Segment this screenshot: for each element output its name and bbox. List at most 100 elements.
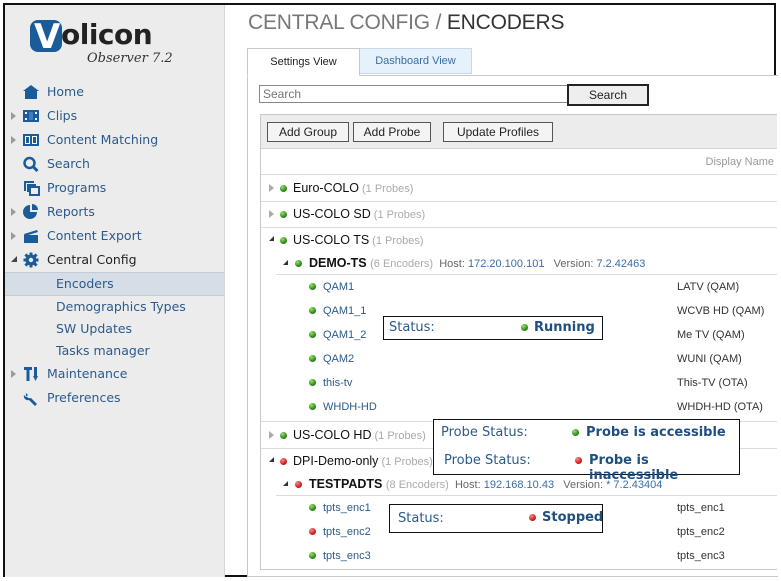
encoder-name[interactable]: WHDH-HD [323, 401, 377, 413]
group-name[interactable]: US-COLO HD [293, 428, 371, 442]
expand-arrow-icon[interactable] [269, 210, 274, 218]
sidebar-item-label: Content Export [47, 228, 142, 243]
expand-arrow-icon[interactable] [11, 112, 16, 120]
breadcrumb-parent[interactable]: CENTRAL CONFIG [248, 11, 430, 34]
encoder-name[interactable]: QAM1_1 [323, 305, 366, 317]
probe-row[interactable]: DEMO-TS (6 Encoders) Host: 172.20.100.10… [261, 251, 777, 275]
status-green-icon [309, 283, 316, 290]
encoder-name[interactable]: QAM1 [323, 281, 354, 293]
host-label: Host: [439, 258, 465, 270]
logo-mark: V [30, 17, 62, 57]
home-icon [23, 85, 39, 99]
add-probe-button[interactable]: Add Probe [353, 122, 431, 142]
status-green-icon [572, 429, 579, 436]
encoder-name[interactable]: tpts_enc2 [323, 526, 371, 538]
column-display-name: Display Name [705, 156, 774, 168]
tab-settings-view[interactable]: Settings View [247, 48, 360, 76]
expand-arrow-icon[interactable] [269, 184, 274, 192]
expand-arrow-icon[interactable] [11, 136, 16, 144]
search-button[interactable]: Search [567, 84, 649, 106]
sidebar-item-label: Programs [47, 180, 107, 195]
sidebar-item-programs[interactable]: Programs [5, 176, 224, 200]
status-green-icon [295, 260, 302, 267]
encoder-name[interactable]: this-tv [323, 377, 352, 389]
search-input[interactable] [259, 85, 569, 103]
sidebar-item-search[interactable]: Search [5, 152, 224, 176]
encoder-count: (6 Encoders) [370, 258, 434, 270]
update-profiles-button[interactable]: Update Profiles [443, 122, 553, 142]
sidebar-item-home[interactable]: Home [5, 80, 224, 104]
encoder-name[interactable]: tpts_enc1 [323, 502, 371, 514]
breadcrumb-separator: / [429, 11, 447, 34]
group-row[interactable]: US-COLO SD (1 Probes) [261, 201, 777, 228]
status-callout-stopped: Status: Stopped [389, 504, 603, 533]
probe-count: (1 Probes) [373, 209, 426, 221]
collapse-arrow-icon[interactable] [283, 481, 288, 486]
status-green-icon [521, 324, 528, 331]
status-green-icon [309, 331, 316, 338]
probe-name[interactable]: TESTPADTS [309, 477, 382, 491]
sidebar-subitem-label: Encoders [56, 276, 114, 291]
collapse-arrow-icon[interactable] [283, 260, 288, 265]
sidebar-item-central-config[interactable]: Central Config [5, 248, 224, 272]
encoder-display-name: tpts_enc3 [677, 550, 725, 562]
probe-count: (1 Probes) [362, 183, 414, 195]
group-name[interactable]: US-COLO SD [293, 207, 371, 221]
callout-key: Status: [389, 320, 435, 335]
encoder-name[interactable]: QAM1_2 [323, 329, 366, 341]
collapse-arrow-icon[interactable] [11, 256, 17, 262]
sidebar-subitem-label: Tasks manager [56, 343, 150, 358]
film-icon [23, 110, 39, 122]
sidebar-item-label: Central Config [47, 252, 137, 267]
probe-name[interactable]: DEMO-TS [309, 256, 367, 270]
encoder-row[interactable]: WHDH-HD WHDH-HD (OTA) [261, 395, 777, 419]
sidebar: V olicon Observer 7.2 Home Clips Content… [5, 5, 225, 577]
sidebar-item-clips[interactable]: Clips [5, 104, 224, 128]
sidebar-item-label: Preferences [47, 390, 121, 405]
encoder-tree: Add Group Add Probe Update Profiles Disp… [260, 114, 777, 570]
encoder-name[interactable]: QAM2 [323, 353, 354, 365]
status-red-icon [309, 528, 316, 535]
sidebar-subitem-tasks-manager[interactable]: Tasks manager [5, 340, 224, 362]
sidebar-item-reports[interactable]: Reports [5, 200, 224, 224]
expand-arrow-icon[interactable] [11, 208, 16, 216]
group-name[interactable]: DPI-Demo-only [293, 454, 378, 468]
encoder-name[interactable]: tpts_enc3 [323, 550, 371, 562]
sidebar-item-maintenance[interactable]: Maintenance [5, 362, 224, 386]
sidebar-item-label: Reports [47, 204, 95, 219]
tab-dashboard-view[interactable]: Dashboard View [360, 48, 472, 74]
group-name[interactable]: Euro-COLO [293, 181, 359, 195]
sidebar-item-content-export[interactable]: Content Export [5, 224, 224, 248]
sidebar-subitem-encoders[interactable]: Encoders [5, 272, 224, 296]
sidebar-nav: Home Clips Content Matching Search Progr… [5, 80, 224, 410]
encoder-row[interactable]: QAM2 WUNI (QAM) [261, 347, 777, 371]
sidebar-subitem-label: Demographics Types [56, 299, 186, 314]
expand-arrow-icon[interactable] [11, 232, 16, 240]
version-value: 7.2.42463 [596, 258, 646, 270]
sidebar-item-preferences[interactable]: Preferences [5, 386, 224, 410]
status-red-icon [529, 514, 536, 521]
probe-count: (1 Probes) [374, 430, 426, 442]
sidebar-item-label: Clips [47, 108, 78, 123]
encoder-row[interactable]: tpts_enc3 tpts_enc3 [261, 544, 777, 568]
add-group-button[interactable]: Add Group [267, 122, 349, 142]
encoder-row[interactable]: QAM1 LATV (QAM) [261, 275, 777, 299]
sidebar-subitem-sw-updates[interactable]: SW Updates [5, 318, 224, 340]
host-label: Host: [454, 479, 481, 491]
status-green-icon [309, 504, 316, 511]
collapse-arrow-icon[interactable] [269, 457, 274, 462]
group-name[interactable]: US-COLO TS [293, 233, 369, 247]
breadcrumb-current: ENCODERS [446, 11, 565, 34]
group-row[interactable]: US-COLO TS (1 Probes) [261, 227, 777, 251]
sidebar-item-label: Content Matching [47, 132, 159, 147]
group-row[interactable]: Euro-COLO (1 Probes) [261, 175, 777, 202]
status-green-icon [309, 379, 316, 386]
sidebar-subitem-demographics-types[interactable]: Demographics Types [5, 296, 224, 318]
expand-arrow-icon[interactable] [269, 431, 274, 439]
programs-icon [24, 181, 40, 196]
encoder-row[interactable]: this-tv This-TV (OTA) [261, 371, 777, 395]
callout-value: Probe is accessible [586, 425, 726, 440]
sidebar-item-content-matching[interactable]: Content Matching [5, 128, 224, 152]
expand-arrow-icon[interactable] [11, 370, 16, 378]
collapse-arrow-icon[interactable] [269, 236, 274, 241]
